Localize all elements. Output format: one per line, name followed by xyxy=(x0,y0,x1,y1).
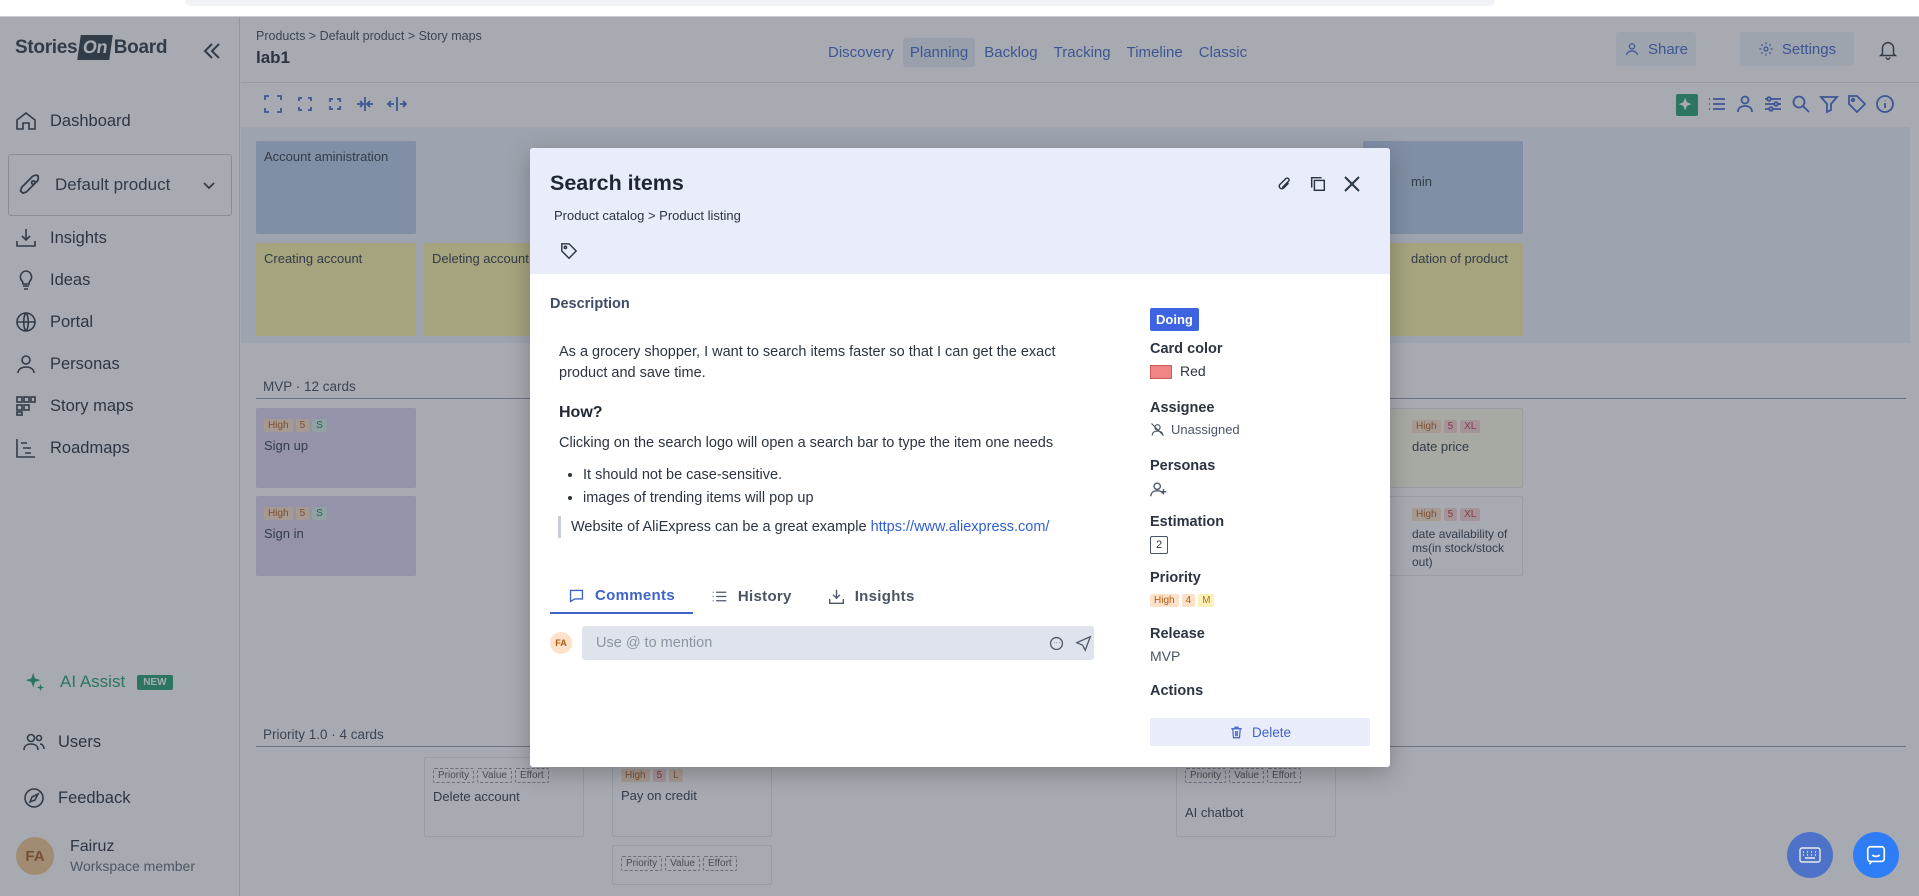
assignee-section: Assignee Unassigned xyxy=(1150,400,1240,437)
emoji-chat-icon[interactable] xyxy=(1048,635,1065,652)
list-item[interactable]: It should not be case-sensitive. xyxy=(583,464,814,487)
value-tag: 4 xyxy=(1181,594,1196,607)
description-text[interactable]: As a grocery shopper, I want to search i… xyxy=(559,342,1099,384)
avatar: FA xyxy=(550,632,572,654)
actions-label: Actions xyxy=(1150,683,1204,699)
delete-label: Delete xyxy=(1251,724,1292,740)
color-swatch xyxy=(1150,365,1172,380)
card-path-breadcrumb[interactable]: Product catalog > Product listing xyxy=(554,208,741,223)
estimation-section: Estimation 2 xyxy=(1150,514,1224,554)
delete-button[interactable]: Delete xyxy=(1150,718,1370,746)
send-icon[interactable] xyxy=(1075,635,1092,652)
priority-section: Priority High 4 M xyxy=(1150,570,1217,608)
modal-header: Search items Product catalog > Product l… xyxy=(530,148,1390,274)
attachment-icon[interactable] xyxy=(1275,175,1293,193)
tag-icon[interactable] xyxy=(560,242,578,260)
release-label: Release xyxy=(1150,626,1205,642)
release-section: Release MVP xyxy=(1150,626,1205,664)
tab-label: Insights xyxy=(854,587,915,605)
assignee-label: Assignee xyxy=(1150,400,1215,416)
comment-icon xyxy=(569,589,584,603)
tab-insights[interactable]: Insights xyxy=(810,578,933,614)
list-item[interactable]: images of trending items will pop up xyxy=(583,487,814,510)
tab-history[interactable]: History xyxy=(693,578,810,614)
trash-icon xyxy=(1231,726,1242,738)
how-heading[interactable]: How? xyxy=(559,404,603,422)
card-color-section: Card color Red xyxy=(1150,341,1223,380)
estimation-label: Estimation xyxy=(1150,514,1225,530)
card-color-label: Card color xyxy=(1150,341,1223,357)
tab-comments[interactable]: Comments xyxy=(550,578,693,614)
effort-tag: M xyxy=(1198,594,1215,607)
card-color-picker[interactable]: Red xyxy=(1150,363,1223,380)
comment-input[interactable] xyxy=(582,626,1094,660)
copy-icon[interactable] xyxy=(1309,175,1327,193)
priority-label: Priority xyxy=(1150,570,1201,586)
aliexpress-link[interactable]: https://www.aliexpress.com/ xyxy=(871,519,1050,535)
requirements-list: It should not be case-sensitive. images … xyxy=(583,464,814,510)
detail-tabs: Comments History Insights xyxy=(550,578,1095,614)
release-value[interactable]: MVP xyxy=(1150,648,1205,664)
personas-label: Personas xyxy=(1150,458,1216,474)
card-detail-modal: Search items Product catalog > Product l… xyxy=(530,148,1390,767)
personas-section: Personas xyxy=(1150,458,1215,498)
blockquote: Website of AliExpress can be a great exa… xyxy=(558,516,1049,538)
chat-icon xyxy=(1866,845,1886,865)
priority-tag: High xyxy=(1150,594,1179,607)
tab-label: History xyxy=(737,587,792,605)
actions-section: Actions xyxy=(1150,683,1203,699)
close-icon[interactable] xyxy=(1341,173,1363,195)
list-icon xyxy=(712,591,727,601)
priority-tags[interactable]: High 4 M xyxy=(1150,590,1217,608)
description-label: Description xyxy=(550,296,630,312)
how-text[interactable]: Clicking on the search logo will open a … xyxy=(559,435,1053,451)
quote-text: Website of AliExpress can be a great exa… xyxy=(571,519,871,535)
browser-top-strip xyxy=(0,0,1919,17)
inbox-download-icon xyxy=(828,589,844,604)
keyboard-icon xyxy=(1799,847,1821,863)
address-bar xyxy=(185,0,1495,6)
status-badge[interactable]: Doing xyxy=(1150,308,1199,331)
estimation-value[interactable]: 2 xyxy=(1150,536,1168,554)
keyboard-shortcuts-button[interactable] xyxy=(1787,832,1833,878)
add-persona-icon[interactable] xyxy=(1150,480,1168,498)
assignee-value: Unassigned xyxy=(1171,422,1240,437)
unassigned-user-icon xyxy=(1151,423,1164,436)
card-title[interactable]: Search items xyxy=(550,171,684,196)
assignee-picker[interactable]: Unassigned xyxy=(1150,422,1240,437)
comment-composer: FA xyxy=(550,626,1095,660)
tab-label: Comments xyxy=(595,586,675,604)
support-chat-button[interactable] xyxy=(1853,832,1899,878)
card-color-value: Red xyxy=(1180,363,1206,379)
